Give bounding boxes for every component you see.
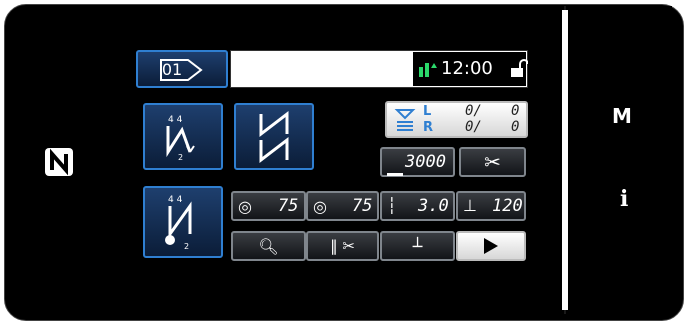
counter-right-value: 0/ xyxy=(465,119,482,135)
network-icon xyxy=(417,60,437,78)
bobbin-icon xyxy=(394,109,416,131)
stitch-edit-button[interactable]: ‖ ✂ xyxy=(306,231,379,261)
needle-icon: ┴ xyxy=(412,236,423,256)
presser-foot-value: 120 xyxy=(492,196,523,216)
info-button[interactable]: i xyxy=(620,186,628,212)
sewing-speed-button[interactable]: 3000 xyxy=(380,147,455,177)
counter-label-left: L xyxy=(423,104,432,119)
next-button[interactable] xyxy=(456,231,526,261)
svg-text:2: 2 xyxy=(178,153,183,162)
multi-layer-stitch-icon xyxy=(259,110,289,163)
svg-text:4 4: 4 4 xyxy=(168,115,183,125)
stitch-length-value: 3.0 xyxy=(418,196,449,216)
counter-right-total: 0 xyxy=(511,119,520,135)
stitch-length-icon: ┆ xyxy=(387,196,397,215)
speed-value: 3000 xyxy=(405,152,446,172)
stitch-edit-icon: ‖ ✂ xyxy=(330,237,355,255)
mode-button[interactable]: M xyxy=(612,104,632,128)
presser-foot-icon: ⊥ xyxy=(463,196,477,215)
presser-foot-button[interactable]: ⊥ 120 xyxy=(456,191,526,221)
play-icon xyxy=(484,238,498,254)
start-back-tack-icon: 4 4 2 xyxy=(166,115,195,162)
speed-icon xyxy=(387,153,403,176)
reverse-stitch-end-button[interactable] xyxy=(234,103,314,170)
stitch-length-button[interactable]: ┆ 3.0 xyxy=(380,191,455,221)
needle-position-button[interactable]: ┴ xyxy=(380,231,455,261)
counter-left-value: 0/ xyxy=(465,103,482,119)
clock-time: 12:00 xyxy=(441,58,493,79)
tension-left-button[interactable]: ◎ 75 xyxy=(231,191,306,221)
tension-right-icon: ◎ xyxy=(313,197,327,216)
svg-text:2: 2 xyxy=(184,242,189,251)
side-panel xyxy=(568,6,672,314)
tension-right-button[interactable]: ◎ 75 xyxy=(306,191,379,221)
pattern-search-button[interactable]: 🔍︎ xyxy=(231,231,306,261)
condensed-stitch-icon: 4 4 2 xyxy=(165,195,192,251)
unlock-icon[interactable] xyxy=(508,59,529,79)
thread-trimmer-button[interactable]: ✂ xyxy=(459,147,526,177)
bobbin-counter-button[interactable]: L R 0/ 0 0/ 0 xyxy=(385,101,528,138)
tension-right-value: 75 xyxy=(352,196,373,216)
counter-left-total: 0 xyxy=(511,103,520,119)
nfc-icon xyxy=(44,147,74,177)
search-icon: 🔍︎ xyxy=(258,236,279,256)
tension-left-value: 75 xyxy=(278,196,299,216)
tension-left-icon: ◎ xyxy=(238,197,252,216)
counter-label-right: R xyxy=(423,120,434,135)
pattern-number: 01 xyxy=(161,59,183,79)
condensed-stitch-button[interactable]: 4 4 2 xyxy=(143,186,223,258)
scissors-icon: ✂ xyxy=(484,150,501,174)
svg-text:4 4: 4 4 xyxy=(168,195,183,205)
reverse-stitch-start-button[interactable]: 4 4 2 xyxy=(143,103,223,170)
pattern-number-button[interactable]: 01 xyxy=(136,50,228,88)
